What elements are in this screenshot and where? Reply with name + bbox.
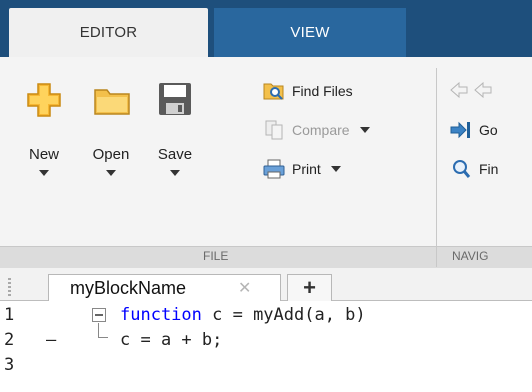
group-separator xyxy=(436,68,437,264)
find-button[interactable]: Fin xyxy=(449,157,498,181)
code-text: function c = myAdd(a, b) xyxy=(120,305,366,325)
save-button-label: Save xyxy=(157,146,193,163)
find-label: Fin xyxy=(479,161,499,177)
close-tab-icon[interactable]: ✕ xyxy=(238,278,251,298)
code-line[interactable]: 2 – c = a + b; xyxy=(0,330,532,354)
code-editor[interactable]: 1 function c = myAdd(a, b) 2 – c = a + b… xyxy=(0,301,532,392)
compare-button[interactable]: Compare xyxy=(262,118,370,142)
breakpoint-marker[interactable]: – xyxy=(46,330,56,350)
line-number: 3 xyxy=(4,355,15,375)
back-arrow-icon xyxy=(450,81,492,99)
find-files-icon xyxy=(262,80,286,102)
new-button-label: New xyxy=(28,146,59,163)
open-button-label: Open xyxy=(92,146,130,163)
save-button[interactable]: Save xyxy=(145,72,205,182)
open-button[interactable]: Open xyxy=(81,72,141,182)
tab-bar-grip-icon[interactable] xyxy=(8,276,13,298)
print-button[interactable]: Print xyxy=(262,157,341,181)
print-label: Print xyxy=(292,161,321,177)
find-files-label: Find Files xyxy=(292,83,353,99)
navigate-group-label: NAVIG xyxy=(452,249,489,263)
line-number: 1 xyxy=(4,305,15,325)
compare-dropdown-arrow-icon[interactable] xyxy=(359,127,370,133)
new-file-plus-icon xyxy=(27,83,61,117)
tab-editor[interactable]: EDITOR xyxy=(9,8,208,57)
code-line[interactable]: 3 xyxy=(0,355,532,379)
code-text: c = a + b; xyxy=(120,330,223,350)
code-line[interactable]: 1 function c = myAdd(a, b) xyxy=(0,305,532,329)
open-dropdown-arrow-icon[interactable] xyxy=(106,170,116,176)
document-tab-label: myBlockName xyxy=(70,278,187,298)
goto-icon xyxy=(449,119,473,141)
open-folder-icon xyxy=(94,89,130,115)
keyword: function xyxy=(120,305,202,325)
find-magnifier-icon xyxy=(449,158,473,180)
file-group-label: FILE xyxy=(203,249,229,263)
save-disk-icon xyxy=(159,83,191,115)
line-number: 2 xyxy=(4,330,15,350)
save-dropdown-arrow-icon[interactable] xyxy=(170,170,180,176)
print-dropdown-arrow-icon[interactable] xyxy=(330,166,341,172)
group-label-separator xyxy=(436,247,437,267)
new-tab-button[interactable]: + xyxy=(287,274,332,301)
back-arrows[interactable] xyxy=(449,80,499,105)
print-icon xyxy=(262,158,286,180)
find-files-button[interactable]: Find Files xyxy=(262,79,353,103)
goto-button[interactable]: Go xyxy=(449,118,498,142)
goto-label: Go xyxy=(479,122,498,138)
new-button[interactable]: New xyxy=(14,72,74,182)
fold-collapse-icon[interactable] xyxy=(92,308,106,322)
code-text-rest: c = myAdd(a, b) xyxy=(201,305,366,325)
tab-view[interactable]: VIEW xyxy=(214,8,406,57)
compare-icon xyxy=(262,119,286,141)
new-dropdown-arrow-icon[interactable] xyxy=(39,170,49,176)
compare-label: Compare xyxy=(292,122,350,138)
